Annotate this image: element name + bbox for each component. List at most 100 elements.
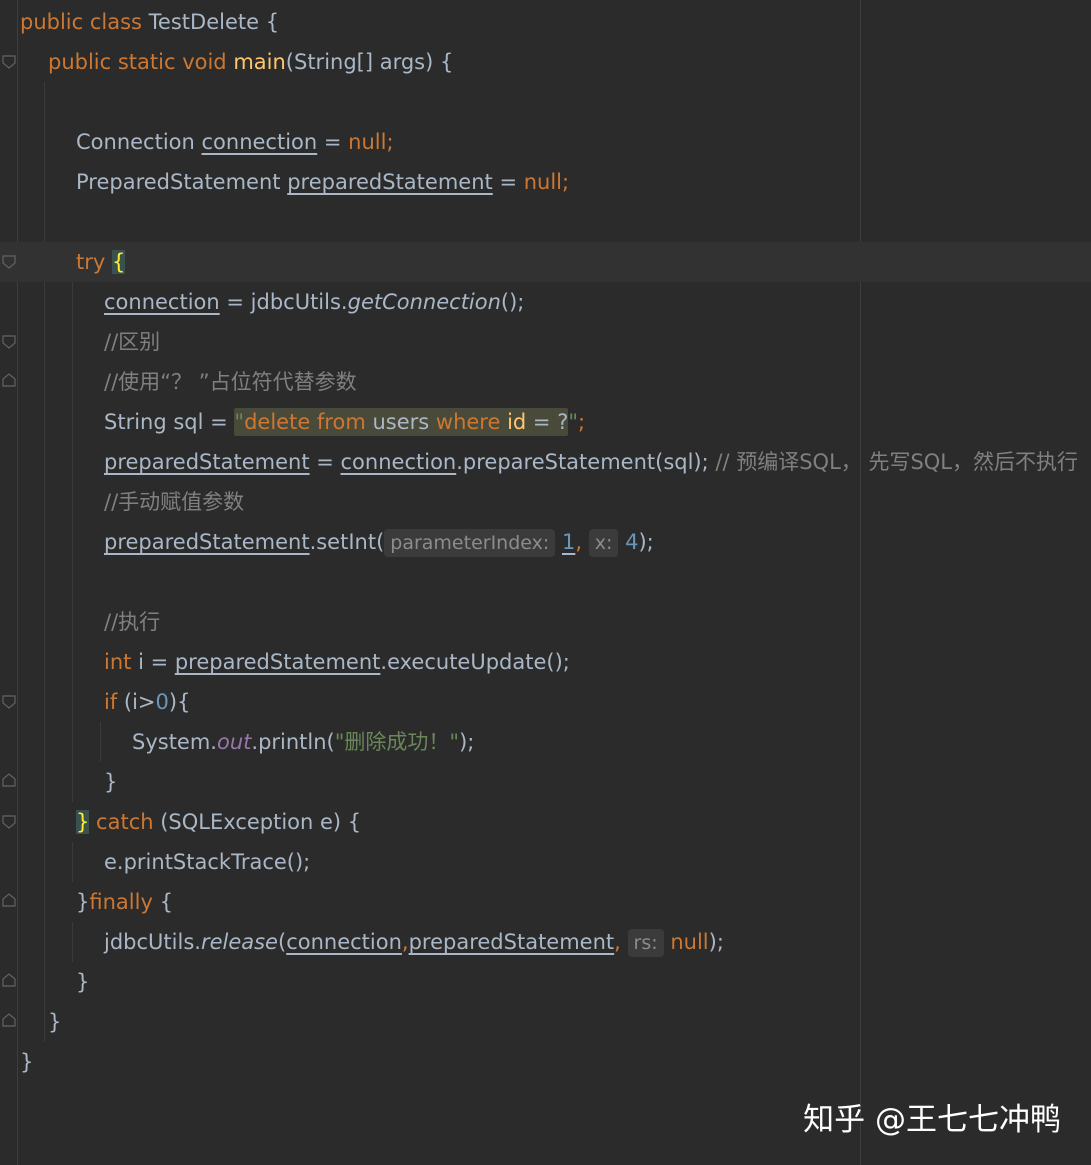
code-text: = [492,170,524,194]
parameter-hint: rs: [627,929,664,957]
number: 4 [625,530,639,554]
code-text: .setInt( [309,530,385,554]
keyword: if [104,690,124,714]
semicolon: ; [578,410,586,434]
code-line[interactable]: //执行 [104,602,160,642]
comment: //手动赋值参数 [104,490,245,514]
code-line[interactable]: e.printStackTrace(); [104,842,310,882]
code-text: (); [500,290,525,314]
code-text: PreparedStatement [76,170,288,194]
fold-close-icon[interactable] [2,373,16,387]
matched-brace: { [111,250,126,274]
variable: connection [286,930,402,954]
variable: connection [104,290,220,314]
variable: preparedStatement [104,450,310,474]
code-text: String sql = [104,410,235,434]
code-line[interactable]: PreparedStatement preparedStatement = nu… [76,162,569,202]
variable: preparedStatement [174,650,381,674]
fold-close-icon[interactable] [2,773,16,787]
keyword: null [670,930,709,954]
keyword: null; [523,170,570,194]
right-margin-guide [860,0,861,1165]
code-line[interactable]: int i = preparedStatement.executeUpdate(… [104,642,570,682]
watermark: 知乎 @王七七冲鸭 [803,1102,1061,1138]
code-text: } [76,970,90,994]
code-text: (i> [123,690,156,714]
fold-close-icon[interactable] [2,973,16,987]
comment: //执行 [104,610,161,634]
comment: // 预编译SQL， 先写SQL，然后不执行 [708,450,1078,474]
code-line[interactable]: //手动赋值参数 [104,482,244,522]
sql-column: id [507,410,527,434]
method-name: main [233,50,286,74]
code-text: } [20,1050,34,1074]
fold-open-icon[interactable] [2,335,16,349]
code-line[interactable]: preparedStatement.setInt(parameterIndex:… [104,522,654,562]
code-line[interactable]: public class TestDelete { [20,2,279,42]
class-declaration: TestDelete { [148,10,280,34]
code-line[interactable]: }finally { [76,882,173,922]
fold-close-icon[interactable] [2,1013,16,1027]
keyword: finally [89,890,160,914]
fold-open-icon[interactable] [2,55,16,69]
sql-keyword: delete from [244,410,373,434]
code-line[interactable]: } [76,962,89,1002]
code-text: (SQLException e) { [160,810,362,834]
code-line[interactable]: } [20,1042,33,1082]
code-text: i = [138,650,175,674]
indent-guide [72,922,73,962]
indent-guide [72,842,73,882]
code-line[interactable]: public static void main(String[] args) { [48,42,453,82]
code-text: Connection [76,130,202,154]
code-text: (String[] args) { [285,50,454,74]
method-name: release [200,930,278,954]
comment: //区别 [104,330,161,354]
current-line-highlight [0,242,1091,282]
code-line[interactable]: System.out.println("删除成功！"); [132,722,474,762]
code-line[interactable]: } [104,762,117,802]
sql-text: = ? [526,410,569,434]
variable: connection [201,130,318,154]
parameter-hint: parameterIndex: [384,529,556,557]
fold-open-icon[interactable] [2,695,16,709]
code-text: } [48,1010,62,1034]
code-text: .prepareStatement(sql); [456,450,709,474]
comma: , [575,530,583,554]
code-line[interactable]: } [48,1002,61,1042]
code-editor[interactable]: public class TestDelete { public static … [0,0,1091,1165]
code-text: } [104,770,118,794]
string-literal: "删除成功！" [334,730,460,754]
variable: preparedStatement [104,530,310,554]
fold-open-icon[interactable] [2,815,16,829]
code-line[interactable]: //区别 [104,322,160,362]
code-line[interactable]: preparedStatement = connection.prepareSt… [104,442,1078,482]
code-line[interactable]: Connection connection = null; [76,122,394,162]
code-text: System. [132,730,217,754]
keyword: public class [20,10,149,34]
code-text: jdbcUtils. [104,930,201,954]
code-text: = [309,450,341,474]
string-quote: " [234,410,245,434]
fold-open-icon[interactable] [2,255,16,269]
code-line[interactable]: try { [76,242,126,282]
variable: connection [340,450,457,474]
sql-keyword: where [435,410,508,434]
indent-guide [44,82,45,1042]
sql-table: users [372,410,436,434]
gutter-divider [17,0,18,1165]
code-line[interactable]: String sql = "delete from users where id… [104,402,585,442]
fold-close-icon[interactable] [2,893,16,907]
code-line[interactable]: } catch (SQLException e) { [76,802,361,842]
code-line[interactable]: if (i>0){ [104,682,190,722]
comment: //使用“？ ”占位符代替参数 [104,370,357,394]
code-line[interactable]: connection = jdbcUtils.getConnection(); [104,282,524,322]
code-text: = jdbcUtils. [219,290,348,314]
code-line[interactable]: //使用“？ ”占位符代替参数 [104,362,357,402]
code-text: = [317,130,349,154]
code-line[interactable]: jdbcUtils.release(connection,preparedSta… [104,922,724,962]
code-text: ); [638,530,654,554]
number: 0 [155,690,169,714]
keyword: int [104,650,139,674]
matched-brace: } [76,810,90,834]
comma: , [614,930,621,954]
